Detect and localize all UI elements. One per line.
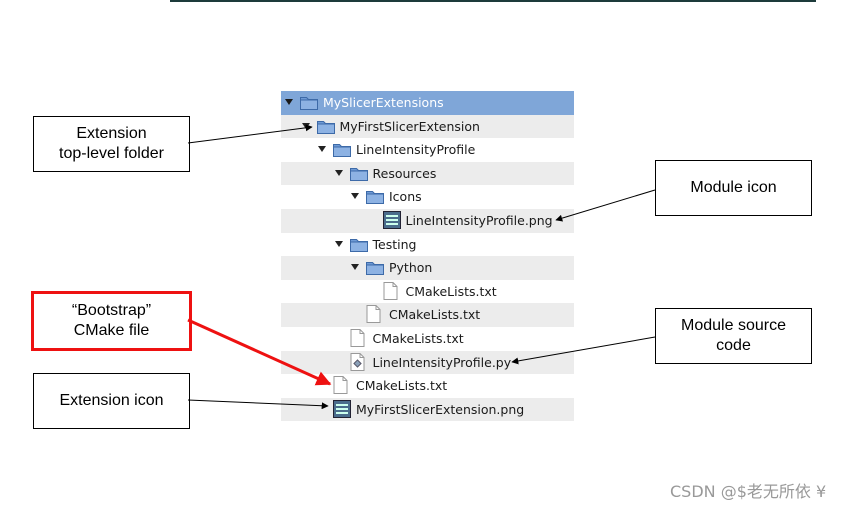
arrow-extension-icon: [187, 399, 329, 410]
arrow-module-icon: [555, 189, 656, 222]
arrow-module-source: [511, 336, 656, 365]
arrows-layer: [187, 124, 656, 410]
arrow-bootstrap: [187, 318, 332, 386]
arrow-extension-folder: [187, 124, 313, 144]
watermark: CSDN @$老无所依 ¥: [670, 482, 827, 501]
